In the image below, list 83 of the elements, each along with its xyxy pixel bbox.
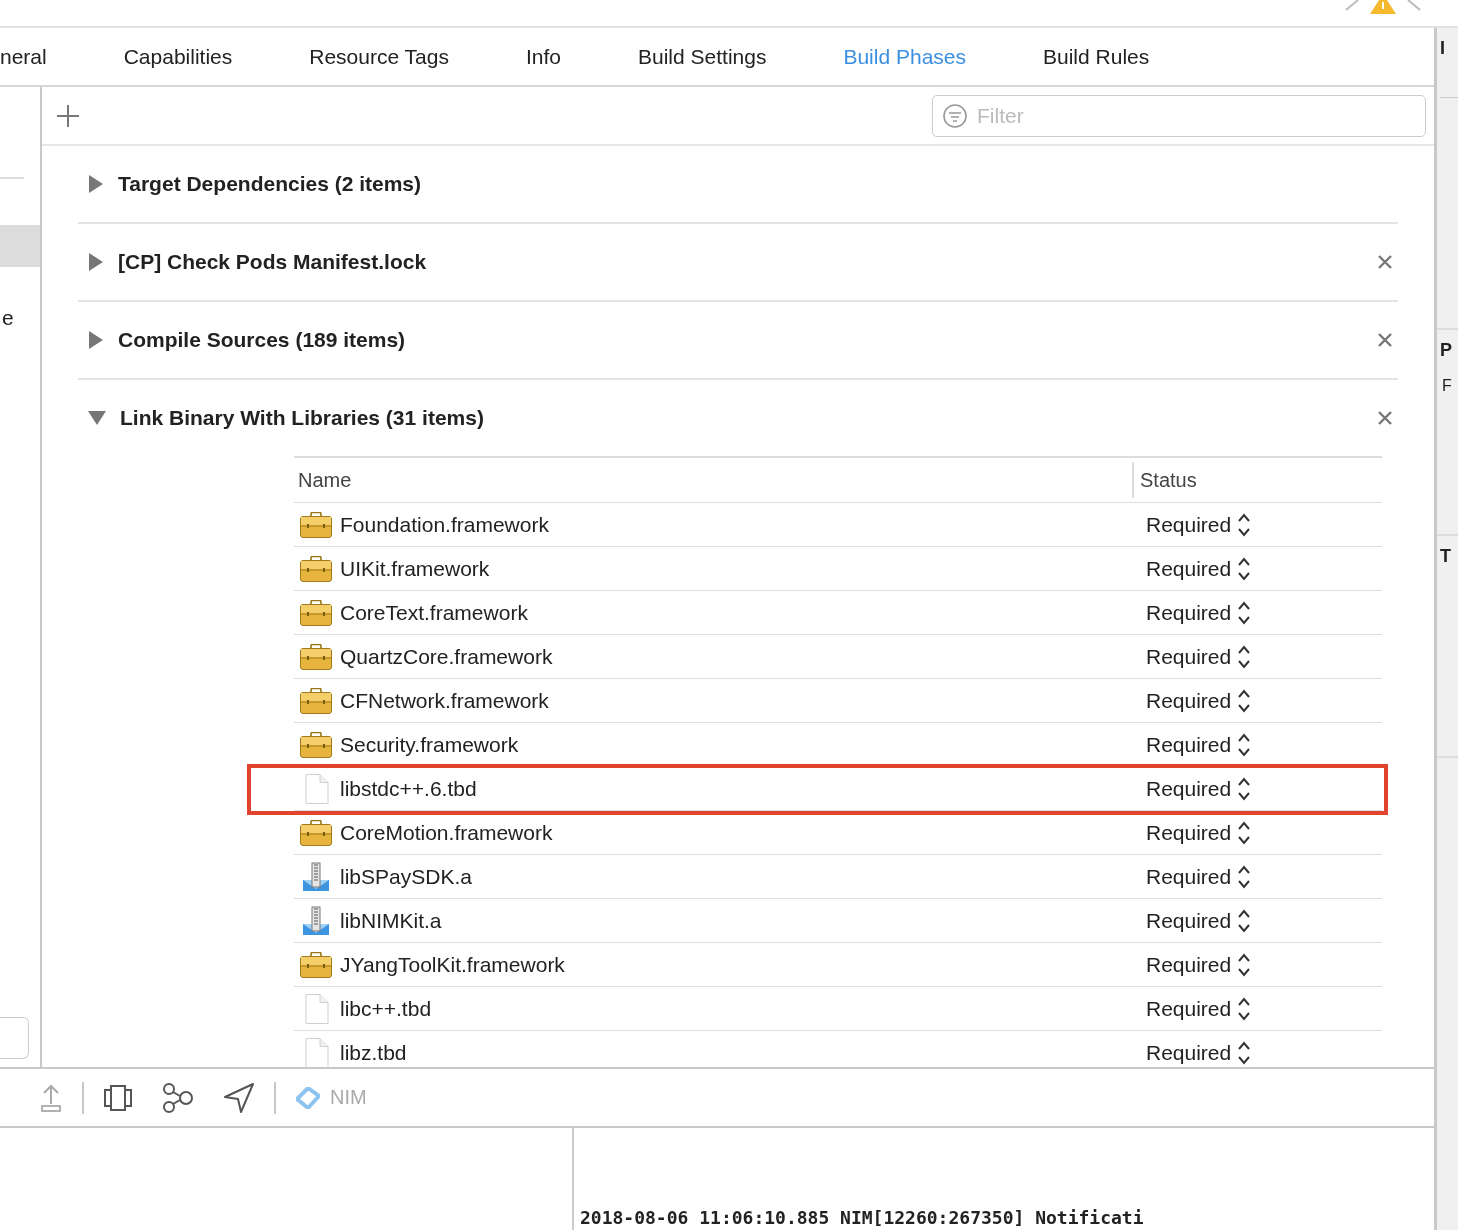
status-popup[interactable]: Required — [1146, 819, 1382, 846]
tab[interactable]: Capabilities — [123, 44, 233, 69]
toolbox-icon — [300, 951, 332, 978]
stepper-icon — [1237, 819, 1252, 846]
toolbox-icon — [300, 511, 332, 538]
stepper-icon — [1237, 555, 1252, 582]
disclosure-triangle-icon[interactable] — [88, 253, 104, 271]
toolbox-icon — [300, 599, 332, 626]
status-popup[interactable]: Required — [1146, 555, 1382, 582]
library-name: libNIMKit.a — [340, 908, 443, 933]
status-popup[interactable]: Required — [1146, 775, 1382, 802]
inspector-heading: T — [1440, 546, 1452, 567]
inspector-heading: I — [1440, 38, 1446, 59]
console-output: 2018-08-06 11:06:10.885 NIM[12260:267350] Notificati — [580, 1207, 1144, 1230]
status-popup[interactable]: Required — [1146, 599, 1382, 626]
status-popup[interactable]: Required — [1146, 731, 1382, 758]
toolbox-icon — [300, 819, 332, 846]
stepper-icon — [1237, 511, 1252, 538]
app-icon — [296, 1086, 320, 1109]
disclosure-triangle-icon[interactable] — [88, 175, 104, 193]
toolbox-icon — [300, 687, 332, 714]
library-name: CoreText.framework — [340, 600, 529, 625]
status-popup[interactable]: Required — [1146, 907, 1382, 934]
archive-icon — [300, 861, 332, 892]
library-name: QuartzCore.framework — [340, 644, 554, 669]
stepper-icon — [1237, 643, 1252, 670]
library-name: Foundation.framework — [340, 512, 550, 537]
library-name: Security.framework — [340, 732, 520, 757]
tab[interactable]: Info — [525, 44, 561, 69]
stepper-icon — [1237, 775, 1252, 802]
close-icon[interactable] — [1378, 255, 1392, 269]
library-name: CFNetwork.framework — [340, 688, 550, 713]
phase-title[interactable]: [CP] Check Pods Manifest.lock — [118, 250, 1364, 274]
status-popup[interactable]: Required — [1146, 687, 1382, 714]
status-popup[interactable]: Required — [1146, 1039, 1382, 1066]
disclosure-triangle-icon[interactable] — [88, 331, 104, 349]
inspector-label: F — [1442, 377, 1453, 395]
column-header[interactable]: Status — [1132, 462, 1382, 498]
tab[interactable]: Build Rules — [1043, 44, 1150, 69]
phase-title[interactable]: Compile Sources (189 items) — [118, 328, 1364, 352]
toolbox-icon — [300, 643, 332, 670]
library-name: JYangToolKit.framework — [340, 952, 566, 977]
phase-title[interactable]: Target Dependencies (2 items) — [118, 172, 1392, 196]
tab[interactable]: neral — [0, 44, 47, 69]
inspector-heading: P — [1440, 340, 1453, 361]
location-arrow-icon[interactable] — [224, 1082, 254, 1113]
archive-icon — [300, 905, 332, 936]
stepper-icon — [1237, 951, 1252, 978]
graph-icon[interactable] — [162, 1082, 194, 1113]
stepper-icon — [1237, 599, 1252, 626]
add-icon[interactable] — [56, 103, 80, 128]
status-popup[interactable]: Required — [1146, 511, 1382, 538]
filter-field[interactable]: Filter — [932, 94, 1426, 137]
column-header[interactable]: Name — [294, 468, 1132, 492]
library-name: libc++.tbd — [340, 996, 433, 1021]
library-name: CoreMotion.framework — [340, 820, 554, 845]
stepper-icon — [1237, 995, 1252, 1022]
tab[interactable]: Resource Tags — [309, 44, 449, 69]
library-name: UIKit.framework — [340, 556, 491, 581]
stepper-icon — [1237, 907, 1252, 934]
sidebar-filter-field[interactable] — [0, 1017, 29, 1059]
filter-icon — [942, 102, 968, 129]
phase-title[interactable]: Link Binary With Libraries (31 items) — [120, 406, 1364, 430]
status-popup[interactable]: Required — [1146, 643, 1382, 670]
toolbox-icon — [300, 731, 332, 758]
stepper-icon — [1237, 863, 1252, 890]
upload-icon[interactable] — [40, 1083, 62, 1112]
toolbox-icon — [300, 555, 332, 582]
sidebar-item[interactable]: e — [0, 297, 40, 339]
stepper-icon — [1237, 731, 1252, 758]
status-popup[interactable]: Required — [1146, 863, 1382, 890]
close-icon[interactable] — [1378, 333, 1392, 347]
disclosure-triangle-icon[interactable] — [88, 410, 106, 426]
library-name: libz.tbd — [340, 1040, 408, 1065]
status-popup[interactable]: Required — [1146, 995, 1382, 1022]
close-icon[interactable] — [1378, 411, 1392, 425]
tab[interactable]: Build Settings — [638, 44, 767, 69]
view-hierarchy-icon[interactable] — [104, 1084, 132, 1111]
library-name: libstdc++.6.tbd — [340, 776, 478, 801]
status-popup[interactable]: Required — [1146, 951, 1382, 978]
stepper-icon — [1237, 1039, 1252, 1066]
library-name: libSPaySDK.a — [340, 864, 473, 889]
stepper-icon — [1237, 687, 1252, 714]
